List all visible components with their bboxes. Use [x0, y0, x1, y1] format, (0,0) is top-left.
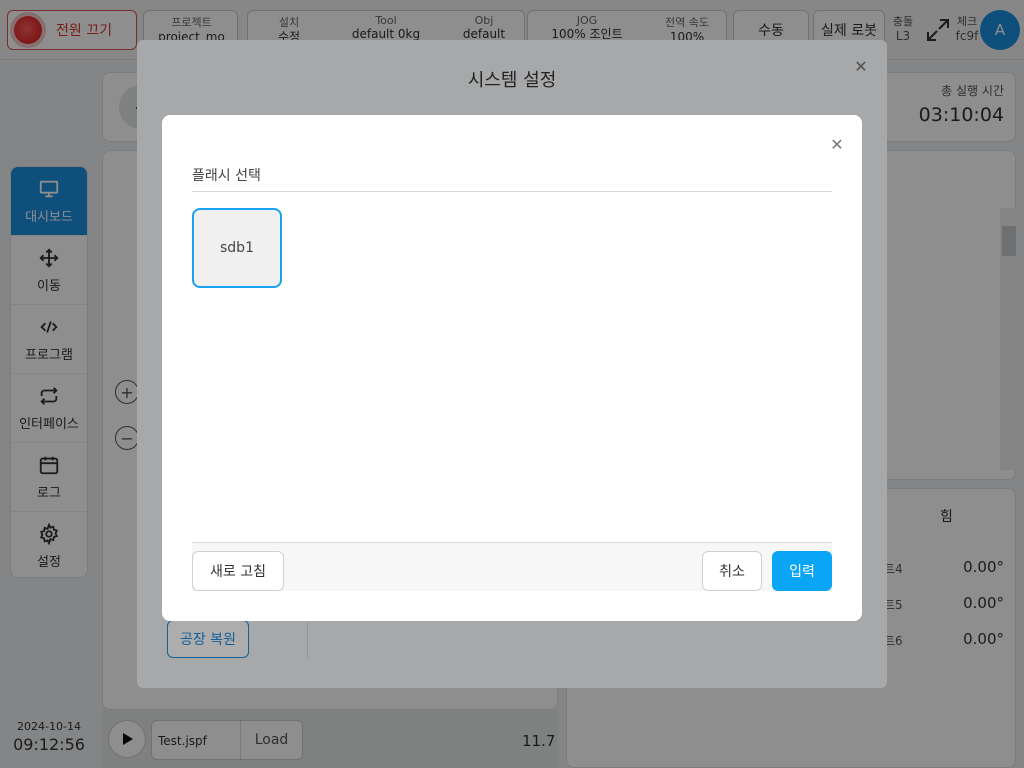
- enter-label: 입력: [789, 564, 815, 580]
- refresh-label: 새로 고침: [210, 564, 266, 580]
- enter-button[interactable]: 입력: [772, 551, 832, 591]
- close-icon[interactable]: ✕: [829, 135, 845, 154]
- drive-label: sdb1: [220, 240, 254, 256]
- flash-drive-item[interactable]: sdb1: [192, 208, 282, 288]
- divider: [192, 191, 832, 192]
- cancel-button[interactable]: 취소: [702, 551, 762, 591]
- flash-select-modal: ✕ 플래시 선택 sdb1 새로 고침 취소 입력: [162, 115, 862, 621]
- cancel-label: 취소: [719, 564, 745, 580]
- refresh-button[interactable]: 새로 고침: [192, 551, 284, 591]
- flash-select-title: 플래시 선택: [192, 168, 261, 184]
